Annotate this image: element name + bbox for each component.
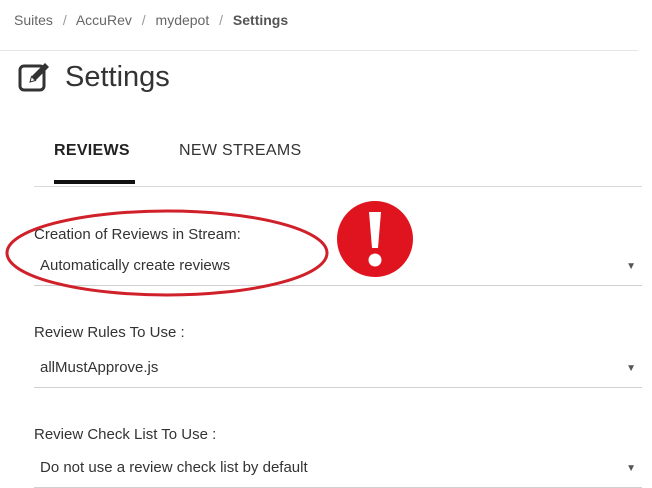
review-rules-field: Review Rules To Use : allMustApprove.js … <box>34 324 642 388</box>
caret-down-icon: ▼ <box>626 261 636 272</box>
breadcrumb: Suites / AccuRev / mydepot / Settings <box>14 12 288 28</box>
breadcrumb-current: Settings <box>232 12 289 28</box>
settings-tabs: REVIEWS NEW STREAMS <box>34 130 642 187</box>
active-tab-indicator <box>54 180 135 184</box>
review-rules-select[interactable]: allMustApprove.js ▼ <box>34 359 642 388</box>
breadcrumb-separator: / <box>141 12 146 28</box>
creation-of-reviews-label: Creation of Reviews in Stream: <box>34 226 241 243</box>
creation-of-reviews-value: Automatically create reviews <box>40 257 231 274</box>
edit-icon <box>18 60 52 94</box>
caret-down-icon: ▼ <box>626 463 636 474</box>
creation-of-reviews-field: Creation of Reviews in Stream: Automatic… <box>34 226 642 286</box>
tab-new-streams[interactable]: NEW STREAMS <box>179 142 301 160</box>
breadcrumb-item-mydepot[interactable]: mydepot <box>156 12 210 28</box>
breadcrumb-item-accurev[interactable]: AccuRev <box>76 12 132 28</box>
breadcrumb-item-suites[interactable]: Suites <box>14 12 53 28</box>
breadcrumb-separator: / <box>219 12 224 28</box>
review-checklist-label: Review Check List To Use : <box>34 426 217 443</box>
page-header: Settings <box>18 60 170 94</box>
page-title: Settings <box>65 60 170 93</box>
tab-reviews[interactable]: REVIEWS <box>54 142 130 160</box>
breadcrumb-separator: / <box>62 12 67 28</box>
review-checklist-select[interactable]: Do not use a review check list by defaul… <box>34 459 642 488</box>
review-checklist-field: Review Check List To Use : Do not use a … <box>34 426 642 488</box>
review-rules-value: allMustApprove.js <box>40 359 159 376</box>
caret-down-icon: ▼ <box>626 363 636 374</box>
review-rules-label: Review Rules To Use : <box>34 324 185 341</box>
header-divider <box>0 50 638 51</box>
creation-of-reviews-select[interactable]: Automatically create reviews ▼ <box>34 257 642 286</box>
review-checklist-value: Do not use a review check list by defaul… <box>40 459 308 476</box>
